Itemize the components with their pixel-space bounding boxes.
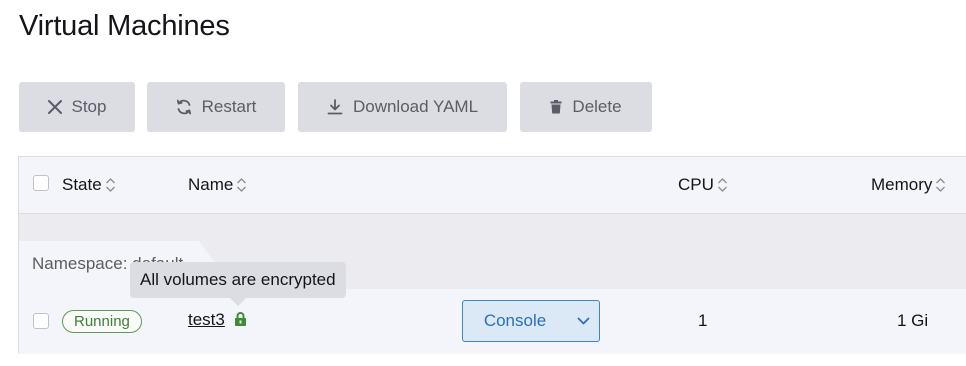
sort-icon [105, 178, 115, 192]
vm-table: State Name CPU Memory Namespace: default… [18, 156, 966, 354]
page-title: Virtual Machines [19, 10, 230, 42]
memory-value: 1 Gi [897, 311, 929, 330]
cpu-value: 1 [698, 311, 708, 330]
column-header-cpu[interactable]: CPU [678, 175, 728, 195]
refresh-icon [176, 99, 191, 115]
lock-icon[interactable] [234, 312, 247, 326]
table-header: State Name CPU Memory [19, 157, 966, 214]
delete-button[interactable]: Delete [520, 82, 652, 132]
trash-icon [550, 100, 562, 114]
download-icon [327, 99, 343, 115]
console-dropdown-toggle[interactable] [567, 317, 599, 326]
delete-button-label: Delete [572, 97, 622, 116]
download-yaml-button-label: Download YAML [352, 97, 479, 116]
restart-button[interactable]: Restart [147, 82, 285, 132]
tooltip-arrow [230, 298, 246, 306]
stop-button[interactable]: Stop [19, 82, 135, 132]
sort-icon [936, 178, 946, 192]
tooltip-text: All volumes are encrypted [140, 270, 336, 289]
console-button-label: Console [483, 311, 547, 330]
column-header-state[interactable]: State [62, 175, 116, 195]
restart-button-label: Restart [201, 97, 257, 116]
stop-button-label: Stop [71, 97, 107, 116]
row-checkbox[interactable] [33, 313, 49, 329]
column-header-name[interactable]: Name [188, 175, 247, 195]
column-header-memory[interactable]: Memory [871, 175, 946, 195]
encryption-tooltip: All volumes are encrypted [130, 262, 346, 298]
sort-icon [717, 178, 727, 192]
chevron-down-icon [577, 317, 589, 324]
status-badge: Running [62, 310, 142, 333]
download-yaml-button[interactable]: Download YAML [298, 82, 507, 132]
close-icon [47, 100, 62, 114]
vm-name-link[interactable]: test3 [188, 310, 225, 330]
sort-icon [237, 178, 247, 192]
select-all-checkbox[interactable] [33, 175, 49, 191]
console-dropdown-button[interactable]: Console [462, 300, 600, 342]
